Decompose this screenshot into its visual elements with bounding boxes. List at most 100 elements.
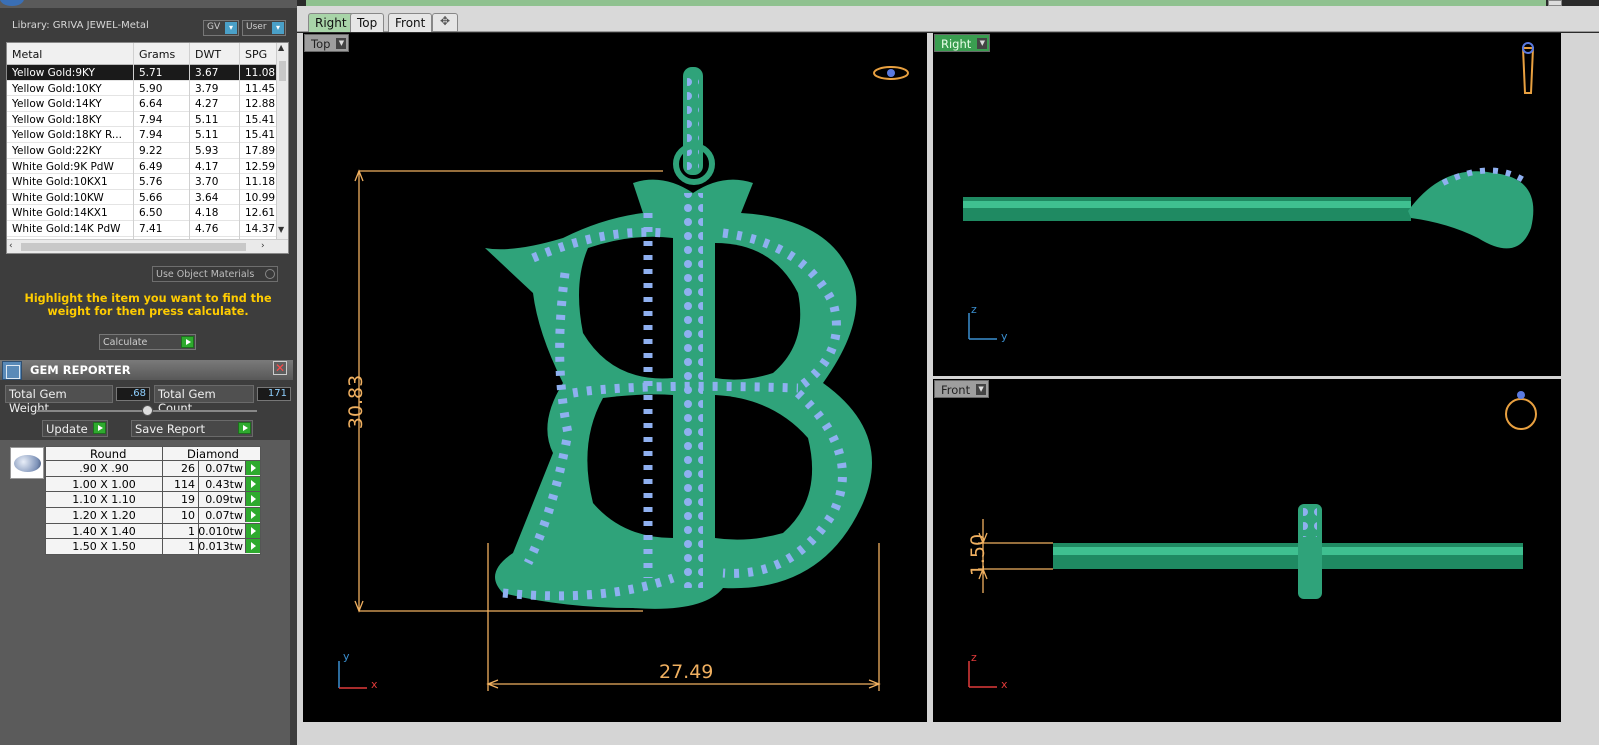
metal-cell-dwt: 4.76: [195, 222, 219, 235]
metal-cell-grams: 6.49: [139, 160, 163, 173]
axis-z-label: z: [971, 303, 977, 316]
metal-table-row[interactable]: White Gold:9K PdW 6.49 4.17 12.59: [7, 158, 277, 175]
orientation-ring-icon[interactable]: [1521, 42, 1535, 94]
play-icon: [181, 336, 194, 348]
use-object-materials-label: Use Object Materials: [156, 269, 255, 280]
viewport-right-label-text: Right: [941, 37, 972, 51]
front-dimension-lines: [978, 519, 1053, 593]
viewport-front-label-text: Front: [941, 383, 971, 397]
gem-table-row[interactable]: 1.50 X 1.50 1 0.013tw: [45, 539, 261, 556]
tab-right[interactable]: Right: [308, 13, 354, 32]
metal-cell-spg: 17.89: [245, 144, 276, 157]
play-icon[interactable]: [245, 461, 260, 475]
gem-table-row[interactable]: 1.10 X 1.10 19 0.09tw: [45, 492, 261, 509]
user-dropdown[interactable]: User ▾: [242, 20, 286, 36]
top-view-canvas: [338, 66, 909, 691]
gem-cell-weight: 0.07tw: [205, 462, 243, 475]
close-icon[interactable]: ✕: [273, 361, 287, 375]
update-button[interactable]: Update: [42, 420, 108, 437]
metal-cell-metal: White Gold:10KX1: [12, 176, 108, 189]
metal-cell-grams: 5.76: [139, 176, 163, 189]
scroll-down-icon[interactable]: ▼: [278, 225, 284, 234]
metal-table-row[interactable]: Yellow Gold:18KY R... 7.94 5.11 15.41: [7, 127, 277, 143]
metal-cell-dwt: 5.11: [195, 113, 219, 126]
metal-table-row[interactable]: Yellow Gold:9KY 5.71 3.67 11.08: [7, 65, 277, 81]
left-panel: Library: GRIVA JEWEL-Metal GV ▾ User ▾ Met…: [0, 0, 297, 745]
gem-table: Round Diamond .90 X .90 26 0.07tw 1.00 X 1.…: [45, 446, 261, 556]
hint-text: Highlight the item you want to find the …: [24, 292, 272, 318]
gem-reporter-titlebar: GEM REPORTER ✕: [0, 360, 293, 380]
metal-table-vscroll[interactable]: ▲ ▼: [276, 43, 288, 239]
column-grams[interactable]: Grams: [139, 48, 175, 61]
metal-cell-grams: 7.41: [139, 222, 163, 235]
column-spg[interactable]: SPG: [245, 48, 267, 61]
axis-x-label: x: [371, 678, 378, 691]
play-icon[interactable]: [245, 508, 260, 523]
viewport-front[interactable]: Front ▼ 1.50 z x: [933, 379, 1561, 722]
tab-front[interactable]: Front: [388, 13, 433, 32]
metal-table-row[interactable]: White Gold:14K PdW 7.41 4.76 14.37: [7, 220, 277, 237]
metal-table-row[interactable]: Yellow Gold:18KY 7.94 5.11 15.41: [7, 111, 277, 128]
viewport-right[interactable]: Right ▼ z y: [933, 33, 1561, 376]
scroll-thumb[interactable]: [21, 243, 246, 251]
axis-triad-icon: [968, 661, 997, 688]
gem-table-row[interactable]: 1.20 X 1.20 10 0.07tw: [45, 508, 261, 524]
play-icon[interactable]: [245, 492, 260, 507]
calculate-button[interactable]: Calculate: [99, 334, 196, 350]
metal-table-row[interactable]: Yellow Gold:10KY 5.90 3.79 11.45: [7, 80, 277, 97]
scroll-thumb[interactable]: [279, 61, 286, 81]
metal-table-hscroll[interactable]: ‹ ›: [7, 239, 288, 253]
option-icon: [265, 269, 275, 279]
column-metal[interactable]: Metal: [12, 48, 42, 61]
scroll-right-icon[interactable]: ›: [261, 241, 265, 251]
column-divider: [198, 523, 199, 539]
gem-table-row[interactable]: 1.00 X 1.00 114 0.43tw: [45, 476, 261, 493]
scroll-up-icon[interactable]: ▲: [278, 43, 284, 52]
viewport-top-label[interactable]: Top ▼: [304, 34, 350, 52]
gv-dropdown[interactable]: GV ▾: [203, 20, 239, 36]
viewport-right-label[interactable]: Right ▼: [934, 34, 991, 52]
play-icon[interactable]: [245, 539, 260, 554]
metal-cell-grams: 9.22: [139, 144, 163, 157]
pendant-letter-b: [485, 179, 872, 609]
metal-table-row[interactable]: Yellow Gold:22KY 9.22 5.93 17.89: [7, 142, 277, 159]
metal-table-row[interactable]: White Gold:14KX1 6.50 4.18 12.61: [7, 205, 277, 221]
column-divider: [198, 539, 199, 555]
metal-cell-spg: 15.41: [245, 113, 276, 126]
total-gem-weight-label: Total Gem Weight: [5, 385, 113, 415]
column-divider: [162, 476, 163, 492]
gem-table-row[interactable]: 1.40 X 1.40 1 0.010tw: [45, 523, 261, 540]
metal-cell-metal: Yellow Gold:18KY R...: [12, 129, 122, 142]
orientation-ring-icon[interactable]: [1505, 391, 1537, 430]
orientation-ring-icon[interactable]: [873, 66, 909, 80]
add-tab-icon[interactable]: ✥: [432, 13, 458, 32]
gem-cell-size: 1.10 X 1.10: [72, 493, 136, 507]
gem-cell-size: 1.50 X 1.50: [72, 540, 136, 554]
play-icon[interactable]: [245, 476, 260, 491]
metal-cell-spg: 12.59: [245, 160, 276, 173]
tab-top[interactable]: Top: [350, 13, 385, 32]
right-view-canvas: [963, 42, 1535, 340]
gem-reporter-title: GEM REPORTER: [30, 363, 131, 377]
metal-table-row[interactable]: White Gold:10KX1 5.76 3.70 11.18: [7, 174, 277, 190]
use-object-materials-dropdown[interactable]: Use Object Materials: [152, 266, 278, 282]
gem-slider-knob[interactable]: [142, 405, 153, 416]
metal-table-row[interactable]: White Gold:10KW 5.66 3.64 10.99: [7, 189, 277, 206]
viewport-top[interactable]: Top ▼ 30.83 27.49 y x: [303, 33, 927, 722]
scroll-left-icon[interactable]: ‹: [9, 241, 13, 251]
viewport-front-label[interactable]: Front ▼: [934, 380, 990, 398]
metal-cell-grams: 6.64: [139, 98, 163, 111]
save-report-label: Save Report: [135, 422, 206, 436]
play-icon[interactable]: [245, 523, 260, 538]
metal-table-row[interactable]: Yellow Gold:14KY 6.64 4.27 12.88: [7, 96, 277, 112]
calculate-label: Calculate: [103, 337, 148, 348]
gem-reporter-panel: GEM REPORTER ✕ Total Gem Weight .68 Tota…: [0, 360, 297, 745]
gem-table-row[interactable]: .90 X .90 26 0.07tw: [45, 461, 261, 477]
column-dwt[interactable]: DWT: [195, 48, 221, 61]
metal-cell-metal: White Gold:14KX1: [12, 207, 108, 220]
save-report-button[interactable]: Save Report: [131, 420, 253, 437]
play-icon: [238, 422, 251, 434]
column-divider: [198, 492, 199, 508]
column-divider: [162, 539, 163, 555]
gem-table-header: Round Diamond: [45, 446, 261, 461]
